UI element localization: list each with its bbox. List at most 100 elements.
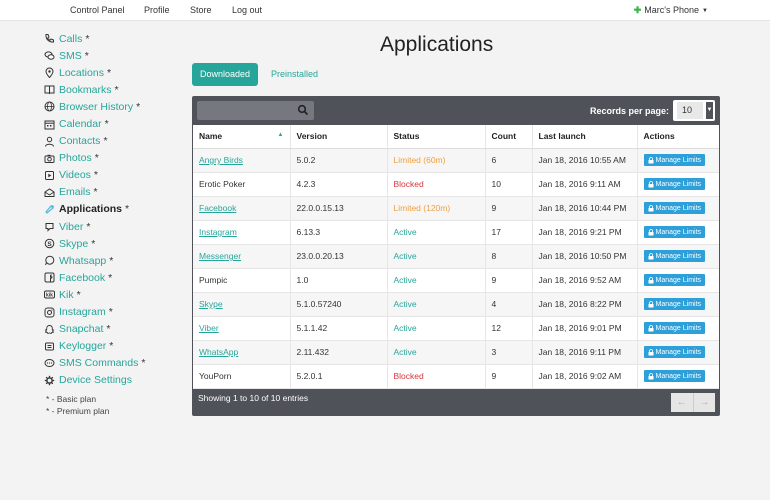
table-row: Skype 5.1.0.57240 Active 4 Jan 18, 2016 8:22…	[193, 292, 719, 317]
sidebar-item-label: Keylogger	[59, 340, 107, 353]
sidebar-item-locations[interactable]: Locations *	[43, 64, 183, 81]
plan-marker: *	[136, 100, 141, 113]
table-row: Angry Birds 5.0.2 Limited (60m) 6 Jan 18, 20…	[193, 148, 719, 173]
cell-status: Active	[387, 316, 486, 341]
cell-status: Blocked	[387, 172, 486, 197]
cell-status: Blocked	[387, 364, 486, 389]
book-icon	[43, 84, 56, 96]
cell-status: Active	[387, 220, 486, 245]
camera-icon	[43, 152, 56, 164]
sidebar-item-keylogger[interactable]: Keylogger *	[43, 338, 183, 355]
sidebar-item-device-settings[interactable]: Device Settings	[43, 372, 183, 389]
app-name[interactable]: WhatsApp	[199, 347, 238, 357]
plan-marker: *	[106, 323, 111, 336]
table-row: Messenger 23.0.0.20.13 Active 8 Jan 18, 2016…	[193, 244, 719, 269]
sidebar-item-applications[interactable]: Applications *	[43, 201, 183, 218]
manage-limits-button[interactable]: Manage Limits	[643, 226, 706, 238]
next-page-button[interactable]: →	[693, 393, 715, 412]
manage-limits-button[interactable]: Manage Limits	[643, 370, 706, 382]
sidebar-item-kik[interactable]: kik Kik *	[43, 286, 183, 303]
app-name[interactable]: Messenger	[199, 251, 241, 261]
sidebar-item-facebook[interactable]: Facebook *	[43, 269, 183, 286]
lock-icon	[648, 228, 653, 235]
sidebar-item-photos[interactable]: Photos *	[43, 150, 183, 167]
sidebar-item-calendar[interactable]: Calendar *	[43, 115, 183, 132]
cell-version: 5.0.2	[290, 148, 388, 173]
cell-name: Pumpic	[193, 268, 291, 293]
sidebar-item-bookmarks[interactable]: Bookmarks *	[43, 81, 183, 98]
table-row: Viber 5.1.1.42 Active 12 Jan 18, 2016 9:01 P…	[193, 316, 719, 341]
app-name[interactable]: Angry Birds	[199, 155, 243, 165]
plan-marker: *	[103, 135, 108, 148]
nav-store[interactable]: Store	[190, 5, 212, 15]
sidebar-item-contacts[interactable]: Contacts *	[43, 133, 183, 150]
snapchat-icon	[43, 323, 56, 335]
manage-limits-button[interactable]: Manage Limits	[643, 250, 706, 262]
sidebar-item-label: SMS Commands	[59, 357, 139, 370]
manage-limits-button[interactable]: Manage Limits	[643, 274, 706, 286]
manage-limits-button[interactable]: Manage Limits	[643, 298, 706, 310]
nav-control-panel[interactable]: Control Panel	[70, 5, 125, 15]
sidebar-item-skype[interactable]: S Skype *	[43, 235, 183, 252]
tab-downloaded[interactable]: Downloaded	[192, 63, 258, 86]
app-name[interactable]: Viber	[199, 323, 219, 333]
cell-count: 9	[485, 196, 533, 221]
sidebar-item-browser-history[interactable]: Browser History *	[43, 98, 183, 115]
manage-limits-button[interactable]: Manage Limits	[643, 178, 706, 190]
manage-limits-button[interactable]: Manage Limits	[643, 346, 706, 358]
cell-actions: Manage Limits	[637, 364, 719, 389]
plan-marker: *	[93, 186, 98, 199]
app-name[interactable]: Instagram	[199, 227, 237, 237]
search-icon[interactable]	[297, 104, 309, 116]
svg-text:kik: kik	[46, 293, 53, 299]
cell-name: Viber	[193, 316, 291, 341]
sidebar-item-sms[interactable]: SMS *	[43, 47, 183, 64]
sidebar-item-emails[interactable]: Emails *	[43, 184, 183, 201]
nav-profile[interactable]: Profile	[144, 5, 170, 15]
manage-limits-button[interactable]: Manage Limits	[643, 322, 706, 334]
cell-status: Active	[387, 292, 486, 317]
plan-legend-item: * - Premium plan	[46, 405, 110, 416]
sidebar-item-label: Emails	[59, 186, 91, 199]
cell-actions: Manage Limits	[637, 172, 719, 197]
sidebar-item-label: Applications	[59, 203, 123, 216]
lock-icon	[648, 348, 653, 355]
select-arrow-icon: ▼	[706, 102, 713, 119]
sidebar-item-whatsapp[interactable]: Whatsapp *	[43, 252, 183, 269]
column-header-version: Version	[290, 125, 388, 149]
chat-icon	[43, 50, 56, 62]
plan-marker: *	[84, 49, 89, 62]
manage-limits-button[interactable]: Manage Limits	[643, 202, 706, 214]
lock-icon	[648, 156, 653, 163]
sidebar-item-snapchat[interactable]: Snapchat *	[43, 321, 183, 338]
nav-log-out[interactable]: Log out	[232, 5, 262, 15]
sidebar-item-label: Videos	[59, 169, 91, 182]
sidebar-item-calls[interactable]: Calls *	[43, 30, 183, 47]
records-per-page-select[interactable]: 10 ▼	[673, 100, 715, 121]
sidebar-item-label: Snapchat	[59, 323, 104, 336]
lock-icon	[648, 252, 653, 259]
manage-limits-button[interactable]: Manage Limits	[643, 154, 706, 166]
cell-actions: Manage Limits	[637, 340, 719, 365]
tab-preinstalled[interactable]: Preinstalled	[262, 63, 327, 86]
plan-marker: *	[86, 220, 91, 233]
table-header-row: Name ▲ Version Status Count Last launch A…	[193, 125, 719, 149]
sidebar-item-label: Locations	[59, 66, 104, 79]
search-input[interactable]	[197, 101, 314, 120]
app-name[interactable]: Skype	[199, 299, 223, 309]
column-header-name[interactable]: Name ▲	[193, 125, 291, 149]
sidebar-item-instagram[interactable]: Instagram *	[43, 304, 183, 321]
device-name: Marc's Phone	[644, 5, 700, 15]
plan-marker: *	[94, 152, 99, 165]
sidebar-item-sms-commands[interactable]: SMS Commands *	[43, 355, 183, 372]
app-name[interactable]: Facebook	[199, 203, 236, 213]
cell-last-launch: Jan 18, 2016 10:50 PM	[532, 244, 638, 269]
sidebar-item-label: Instagram	[59, 306, 106, 319]
device-selector[interactable]: ✚ Marc's Phone ▼	[634, 5, 708, 16]
cell-version: 4.2.3	[290, 172, 388, 197]
sidebar-item-videos[interactable]: Videos *	[43, 167, 183, 184]
prev-page-button[interactable]: ←	[671, 393, 694, 412]
cell-status: Active	[387, 340, 486, 365]
sidebar-item-viber[interactable]: Viber *	[43, 218, 183, 235]
cell-last-launch: Jan 18, 2016 8:22 PM	[532, 292, 638, 317]
